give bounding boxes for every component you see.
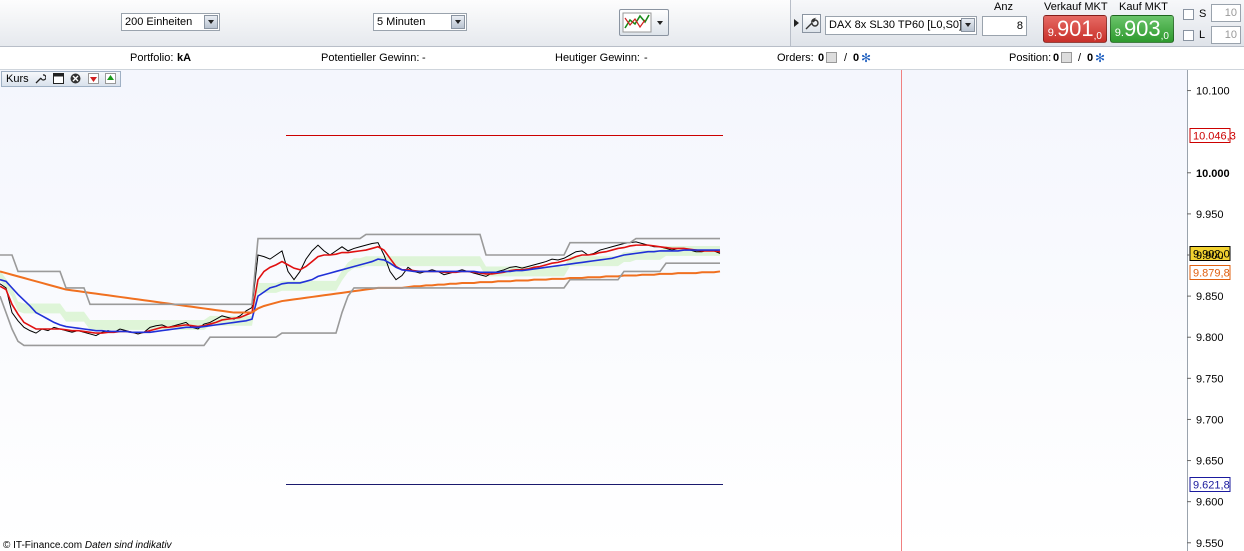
price-chart[interactable]: 10.046,39.902,09.879,89.621,810.10010.00… bbox=[0, 70, 1244, 551]
instrument-select[interactable]: DAX 8x SL30 TP60 [L0,S0] bbox=[825, 16, 977, 35]
settings-button[interactable] bbox=[802, 14, 821, 33]
sell-price: 901 bbox=[1056, 16, 1094, 41]
copyright-text: © IT-Finance.com bbox=[3, 540, 83, 551]
chevron-down-icon[interactable] bbox=[961, 18, 975, 32]
interval-select[interactable]: 5 Minuten bbox=[373, 13, 467, 31]
y-tick-label: 9.600 bbox=[1196, 497, 1224, 509]
stop-loss-label: S bbox=[1199, 8, 1207, 20]
y-tick-label: 10.100 bbox=[1196, 86, 1230, 98]
buy-price-prefix: 9. bbox=[1114, 27, 1124, 39]
y-tick-label: 9.850 bbox=[1196, 291, 1224, 303]
level-label-3: 9.621,8 bbox=[1193, 480, 1230, 492]
kurs-label: Kurs bbox=[6, 73, 29, 85]
anz-input[interactable]: 8 bbox=[982, 16, 1027, 36]
y-tick-label: 9.950 bbox=[1196, 209, 1224, 221]
position-label: Position: bbox=[1009, 52, 1052, 64]
level-label-0: 10.046,3 bbox=[1193, 131, 1236, 143]
take-profit-input[interactable]: 10 bbox=[1211, 26, 1241, 44]
buy-price-suffix: ,0 bbox=[1160, 31, 1169, 42]
level-label-2: 9.879,8 bbox=[1193, 268, 1230, 280]
units-select-value: 200 Einheiten bbox=[125, 16, 193, 28]
orders-label: Orders: bbox=[777, 52, 814, 64]
sell-button[interactable]: 9.901,0 bbox=[1043, 15, 1107, 43]
chevron-down-icon[interactable] bbox=[451, 15, 465, 29]
chart-type-button[interactable] bbox=[619, 9, 669, 36]
stop-loss-checkbox[interactable] bbox=[1183, 9, 1194, 20]
today-profit-label: Heutiger Gewinn: bbox=[555, 52, 640, 64]
units-select[interactable]: 200 Einheiten bbox=[121, 13, 220, 31]
chart-footer: © IT-Finance.com Daten sind indikativ bbox=[3, 540, 172, 551]
buy-button[interactable]: 9.903,0 bbox=[1110, 15, 1174, 43]
stop-loss-input[interactable]: 10 bbox=[1211, 4, 1241, 22]
orders-count-b: 0 bbox=[853, 52, 860, 64]
close-icon[interactable] bbox=[70, 73, 81, 84]
today-profit-value: - bbox=[644, 52, 648, 64]
portfolio-value: kA bbox=[177, 52, 192, 64]
kurs-toolbar: Kurs bbox=[1, 71, 121, 87]
y-tick-label: 9.750 bbox=[1196, 373, 1224, 385]
window-icon[interactable] bbox=[53, 73, 64, 84]
take-profit-label: L bbox=[1199, 29, 1206, 41]
orders-count-a: 0 bbox=[818, 52, 825, 64]
y-tick-label: 9.900 bbox=[1196, 250, 1224, 262]
y-tick-label: 10.000 bbox=[1196, 168, 1230, 180]
sell-price-prefix: 9. bbox=[1047, 27, 1057, 39]
interval-select-value: 5 Minuten bbox=[377, 16, 426, 28]
y-axis: 10.046,39.902,09.879,89.621,810.10010.00… bbox=[1187, 86, 1236, 550]
chart-area[interactable]: 10.046,3 9.902,0 9.879,8 9.621,8 10.100 10.00… bbox=[0, 70, 1244, 551]
move-down-icon[interactable] bbox=[88, 73, 99, 84]
move-up-icon[interactable] bbox=[105, 73, 116, 84]
potential-profit-value: - bbox=[422, 52, 426, 64]
potential-profit-label: Potentieller Gewinn: bbox=[321, 52, 420, 64]
trade-panel: DAX 8x SL30 TP60 [L0,S0] Anz 8 Verkauf M… bbox=[790, 0, 1244, 46]
position-gear-icon[interactable]: ✻ bbox=[1095, 51, 1105, 65]
sell-label: Verkauf MKT bbox=[1044, 1, 1108, 13]
orders-clear-icon[interactable] bbox=[826, 52, 837, 63]
position-separator: / bbox=[1078, 52, 1082, 64]
anz-label: Anz bbox=[994, 1, 1013, 13]
chevron-down-icon[interactable] bbox=[204, 15, 218, 29]
sell-price-suffix: ,0 bbox=[1093, 31, 1102, 42]
orders-separator: / bbox=[844, 52, 848, 64]
portfolio-label: Portfolio: bbox=[130, 52, 174, 64]
chart-type-icon bbox=[622, 12, 663, 33]
wrench-icon bbox=[805, 17, 819, 30]
buy-label: Kauf MKT bbox=[1119, 1, 1168, 13]
buy-price: 903 bbox=[1123, 16, 1161, 41]
disclaimer-text: Daten sind indikativ bbox=[84, 540, 172, 551]
wrench-icon[interactable] bbox=[35, 73, 46, 84]
take-profit-checkbox[interactable] bbox=[1183, 30, 1194, 41]
plot-background bbox=[0, 70, 1187, 551]
y-tick-label: 9.800 bbox=[1196, 332, 1224, 344]
y-tick-label: 9.650 bbox=[1196, 456, 1224, 468]
instrument-value: DAX 8x SL30 TP60 [L0,S0] bbox=[829, 19, 963, 31]
y-tick-label: 9.550 bbox=[1196, 538, 1224, 550]
y-tick-label: 9.700 bbox=[1196, 414, 1224, 426]
position-count-b: 0 bbox=[1087, 52, 1094, 64]
position-clear-icon[interactable] bbox=[1061, 52, 1072, 63]
orders-gear-icon[interactable]: ✻ bbox=[861, 51, 871, 65]
info-bar: Portfolio: kA Potentieller Gewinn: - Heu… bbox=[0, 47, 1244, 70]
position-count-a: 0 bbox=[1053, 52, 1060, 64]
panel-collapse-icon[interactable] bbox=[793, 18, 801, 28]
